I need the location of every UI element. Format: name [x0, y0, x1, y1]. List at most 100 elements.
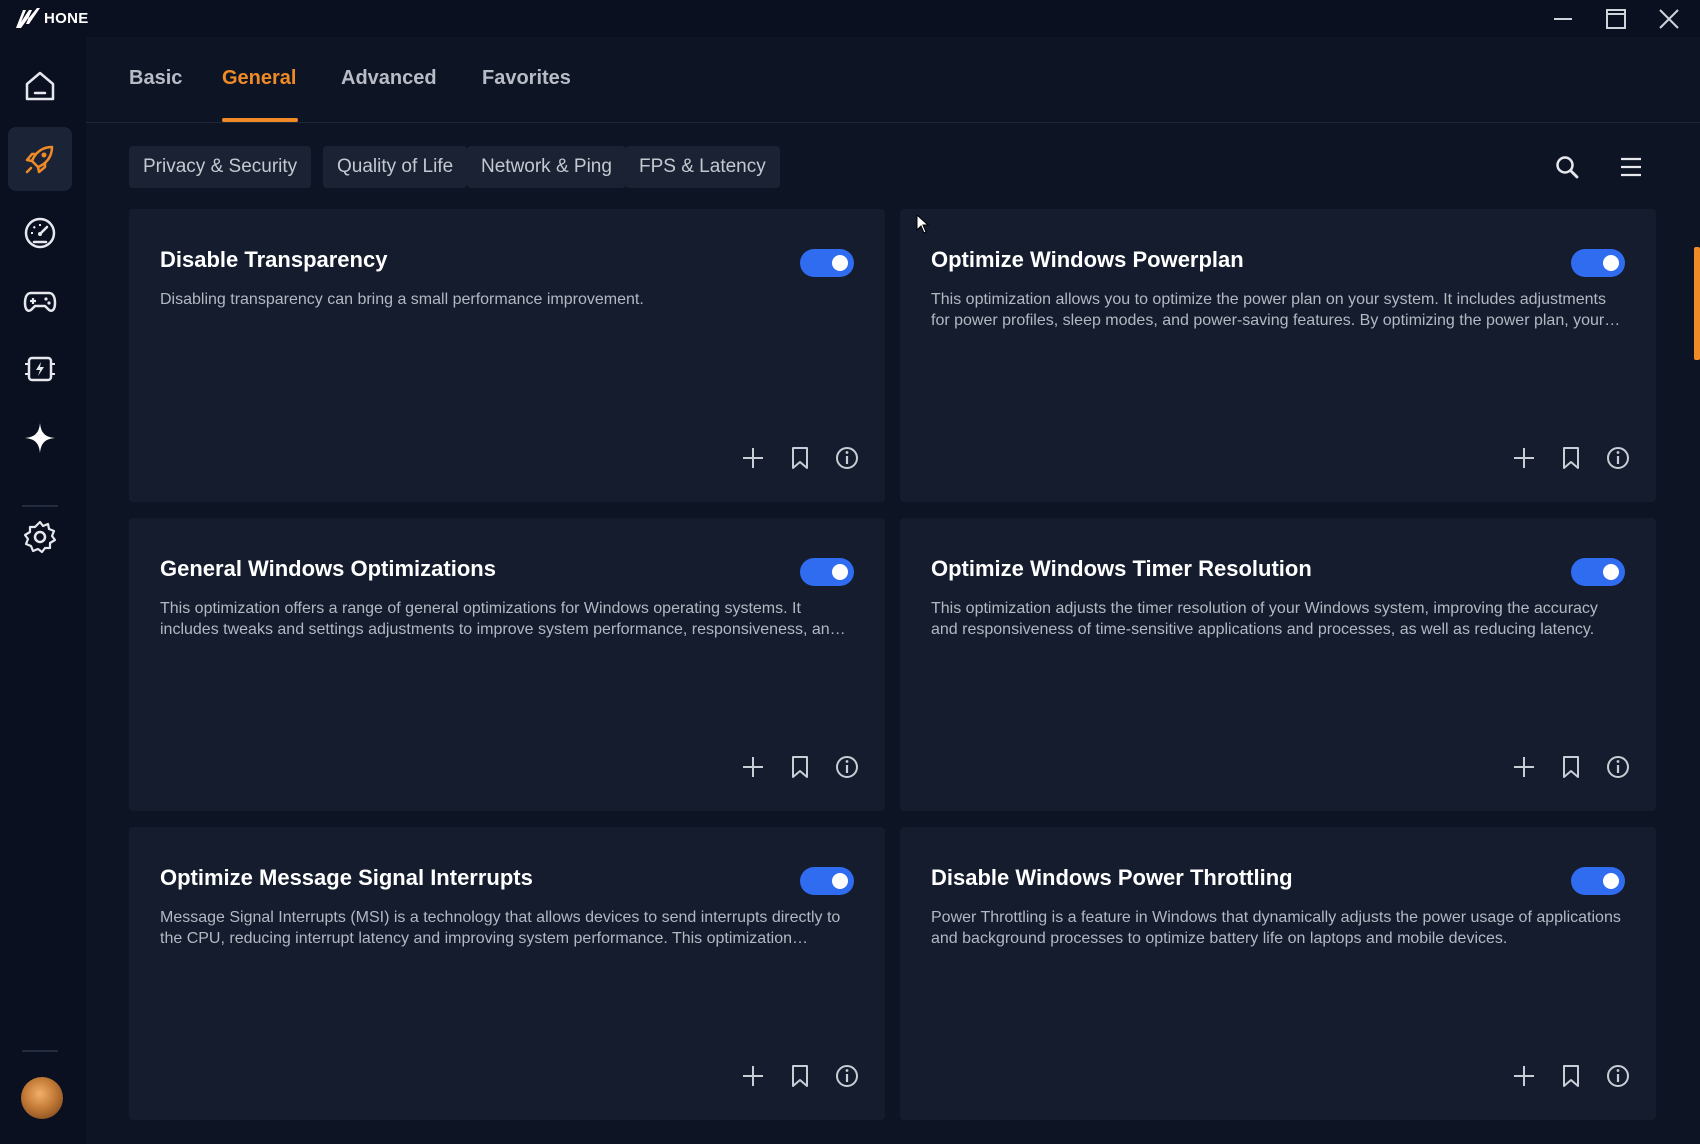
chip-icon [25, 356, 55, 382]
minimize-icon [1554, 17, 1572, 20]
favorite-button[interactable] [1557, 1062, 1585, 1090]
bookmark-icon [792, 447, 808, 469]
enable-toggle[interactable] [1571, 558, 1625, 586]
filter-privacy-security[interactable]: Privacy & Security [129, 146, 312, 188]
bookmark-icon [1563, 447, 1579, 469]
info-icon [836, 756, 858, 778]
sidebar-item-optimizations[interactable] [8, 127, 72, 191]
card-description: This optimization offers a range of gene… [160, 600, 839, 638]
add-button[interactable] [1510, 444, 1538, 472]
sidebar-item-ai[interactable] [8, 406, 72, 470]
optimization-card: Disable Transparency Disabling transparen… [129, 209, 885, 502]
hone-logo-icon [16, 8, 40, 28]
optimization-card: Disable Windows Power Throttling Power Th… [900, 827, 1656, 1120]
favorite-button[interactable] [786, 1062, 814, 1090]
info-button[interactable] [833, 1062, 861, 1090]
add-button[interactable] [1510, 753, 1538, 781]
plus-icon [743, 757, 763, 777]
toggle-knob [1603, 564, 1619, 580]
sidebar-item-hardware[interactable] [8, 337, 72, 401]
sidebar [0, 37, 86, 1144]
add-button[interactable] [739, 444, 767, 472]
bookmark-icon [1563, 756, 1579, 778]
home-icon [25, 71, 55, 101]
filter-network-ping[interactable]: Network & Ping [467, 146, 626, 188]
filter-quality-of-life[interactable]: Quality of Life [323, 146, 468, 188]
minimize-button[interactable] [1536, 0, 1590, 37]
tab-favorites[interactable]: Favorites [482, 67, 571, 90]
avatar[interactable] [21, 1077, 63, 1119]
tab-bar: Basic General Advanced Favorites [86, 37, 1700, 123]
rocket-icon [25, 145, 54, 174]
enable-toggle[interactable] [800, 867, 854, 895]
toggle-knob [832, 255, 848, 271]
favorite-button[interactable] [1557, 753, 1585, 781]
card-title: Optimize Message Signal Interrupts [160, 865, 533, 890]
close-button[interactable] [1642, 0, 1696, 37]
filter-fps-latency[interactable]: FPS & Latency [625, 146, 780, 188]
gear-icon [23, 520, 57, 554]
card-title: Optimize Windows Timer Resolution [931, 556, 1312, 581]
optimization-card: Optimize Windows Timer Resolution This op… [900, 518, 1656, 811]
info-button[interactable] [833, 444, 861, 472]
enable-toggle[interactable] [800, 558, 854, 586]
plus-icon [743, 448, 763, 468]
add-button[interactable] [739, 753, 767, 781]
card-actions [739, 753, 861, 781]
bookmark-icon [1563, 1065, 1579, 1087]
enable-toggle[interactable] [1571, 249, 1625, 277]
favorite-button[interactable] [1557, 444, 1585, 472]
toggle-knob [832, 564, 848, 580]
tab-basic[interactable]: Basic [129, 67, 182, 90]
toggle-knob [1603, 255, 1619, 271]
menu-icon [1621, 157, 1641, 177]
menu-button[interactable] [1614, 150, 1648, 184]
card-description: Disabling transparency can bring a small… [160, 291, 644, 308]
scrollbar-thumb[interactable] [1694, 247, 1700, 360]
card-title: Optimize Windows Powerplan [931, 247, 1244, 272]
info-button[interactable] [1604, 753, 1632, 781]
plus-icon [1514, 448, 1534, 468]
card-description: This optimization adjusts the timer reso… [931, 600, 1598, 638]
optimization-card: General Windows Optimizations This optimi… [129, 518, 885, 811]
maximize-icon [1606, 8, 1626, 29]
info-icon [1607, 1065, 1629, 1087]
enable-toggle[interactable] [1571, 867, 1625, 895]
info-button[interactable] [1604, 444, 1632, 472]
sidebar-item-settings[interactable] [8, 505, 72, 569]
search-button[interactable] [1550, 150, 1584, 184]
optimization-card: Optimize Message Signal Interrupts Messag… [129, 827, 885, 1120]
main-content: Basic General Advanced Favorites Privacy… [86, 37, 1700, 1144]
card-actions [1510, 444, 1632, 472]
info-icon [836, 447, 858, 469]
optimization-card: Optimize Windows Powerplan This optimizat… [900, 209, 1656, 502]
add-button[interactable] [739, 1062, 767, 1090]
sidebar-item-home[interactable] [8, 54, 72, 118]
favorite-button[interactable] [786, 444, 814, 472]
maximize-button[interactable] [1589, 0, 1643, 37]
active-tab-indicator [222, 118, 298, 122]
sidebar-item-performance[interactable] [8, 201, 72, 265]
title-bar: HONE [0, 0, 1700, 37]
sidebar-divider-bottom [22, 1050, 58, 1052]
enable-toggle[interactable] [800, 249, 854, 277]
plus-icon [743, 1066, 763, 1086]
sidebar-item-games[interactable] [8, 269, 72, 333]
bookmark-icon [792, 756, 808, 778]
bookmark-icon [792, 1065, 808, 1087]
tab-general[interactable]: General [222, 67, 296, 90]
card-title: Disable Windows Power Throttling [931, 865, 1293, 890]
favorite-button[interactable] [786, 753, 814, 781]
add-button[interactable] [1510, 1062, 1538, 1090]
info-icon [1607, 756, 1629, 778]
info-button[interactable] [833, 753, 861, 781]
plus-icon [1514, 757, 1534, 777]
card-actions [1510, 753, 1632, 781]
plus-icon [1514, 1066, 1534, 1086]
info-button[interactable] [1604, 1062, 1632, 1090]
tab-advanced[interactable]: Advanced [341, 67, 437, 90]
card-actions [739, 1062, 861, 1090]
card-title: General Windows Optimizations [160, 556, 496, 581]
sparkle-icon [25, 423, 55, 453]
card-actions [739, 444, 861, 472]
